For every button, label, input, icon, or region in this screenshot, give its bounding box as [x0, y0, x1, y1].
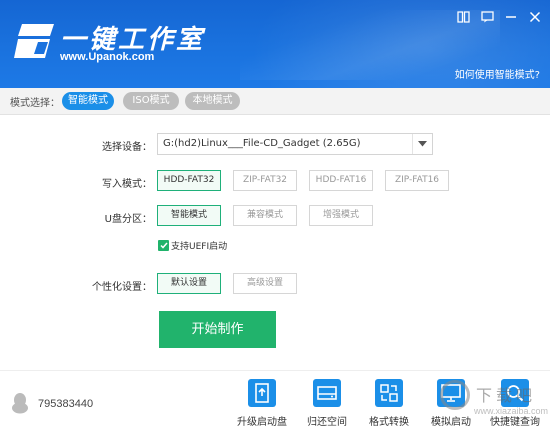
device-label: 选择设备：: [102, 142, 152, 153]
feedback-icon[interactable]: [480, 10, 494, 24]
device-value: G:(hd2)Linux___File-CD_Gadget (2.65G): [163, 138, 361, 149]
personal-label: 个性化设置：: [92, 282, 152, 293]
personal-option-default[interactable]: 默认设置: [157, 273, 221, 294]
tool-format-convert[interactable]: 格式转换: [359, 379, 419, 428]
qq-penguin-icon: [12, 393, 28, 414]
tool-convert-label: 格式转换: [369, 417, 409, 428]
minimize-icon[interactable]: [504, 10, 518, 24]
footer-divider: [0, 370, 550, 371]
mode-bar: 模式选择： 智能模式 ISO模式 本地模式: [0, 88, 550, 115]
watermark-text: 下载吧: [476, 386, 537, 405]
partition-option-compat[interactable]: 兼容模式: [233, 205, 297, 226]
watermark-url: www.xiazaiba.com: [474, 406, 549, 416]
mode-label: 模式选择：: [10, 98, 60, 109]
close-icon[interactable]: [528, 10, 542, 24]
chevron-down-icon[interactable]: [412, 134, 432, 154]
logo-icon: [14, 24, 54, 58]
qq-number: 795383440: [38, 398, 94, 410]
watermark: 下载吧 www.xiazaiba.com: [436, 378, 549, 428]
mode-iso-button[interactable]: ISO模式: [123, 92, 179, 110]
partition-option-enhanced[interactable]: 增强模式: [309, 205, 373, 226]
watermark-logo-icon: [440, 380, 470, 410]
write-mode-label: 写入模式：: [102, 179, 152, 190]
tool-restore-space[interactable]: 归还空间: [297, 379, 357, 428]
upgrade-disk-icon: [248, 379, 276, 407]
tool-restore-label: 归还空间: [307, 417, 347, 428]
write-option-zip-fat32[interactable]: ZIP-FAT32: [233, 170, 297, 191]
write-option-hdd-fat16[interactable]: HDD-FAT16: [309, 170, 373, 191]
uefi-label: 支持UEFI启动: [171, 242, 228, 252]
start-button[interactable]: 开始制作: [159, 311, 276, 348]
personal-option-advanced[interactable]: 高级设置: [233, 273, 297, 294]
hard-drive-icon: [313, 379, 341, 407]
tool-upgrade[interactable]: 升级启动盘: [232, 379, 292, 428]
mode-local-button[interactable]: 本地模式: [185, 92, 240, 110]
app-url: www.Upanok.com: [60, 51, 155, 63]
convert-icon: [375, 379, 403, 407]
book-icon[interactable]: [456, 10, 470, 24]
mode-smart-button[interactable]: 智能模式: [62, 92, 114, 110]
partition-label: U盘分区：: [104, 214, 152, 225]
app-header: 一键工作室 www.Upanok.com 如何使用智能模式?: [0, 0, 550, 88]
help-link[interactable]: 如何使用智能模式?: [455, 66, 540, 81]
partition-option-smart[interactable]: 智能模式: [157, 205, 221, 226]
write-option-hdd-fat32[interactable]: HDD-FAT32: [157, 170, 221, 191]
tool-upgrade-label: 升级启动盘: [237, 417, 287, 428]
write-option-zip-fat16[interactable]: ZIP-FAT16: [385, 170, 449, 191]
window-controls: [456, 10, 542, 24]
uefi-checkbox[interactable]: [158, 240, 169, 251]
device-select[interactable]: G:(hd2)Linux___File-CD_Gadget (2.65G): [157, 133, 433, 155]
